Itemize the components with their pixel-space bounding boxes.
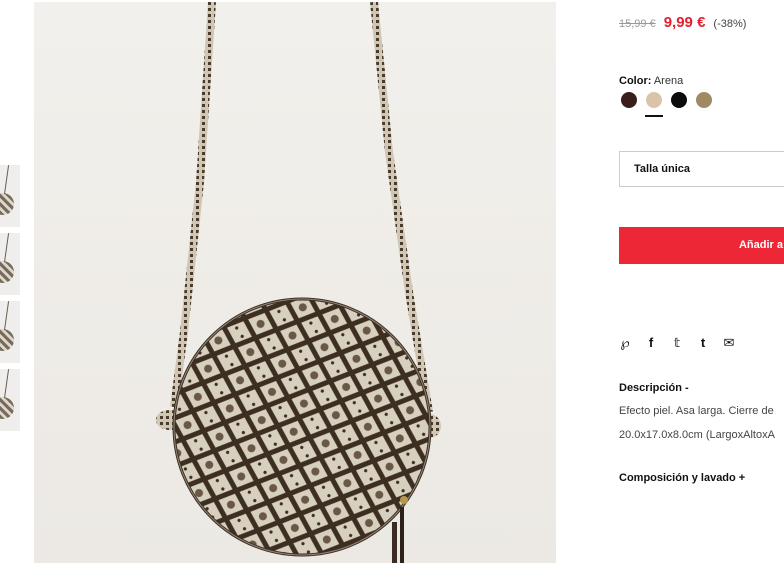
- description-dimensions: 20.0x17.0x8.0cm (LargoxAltoxA: [619, 429, 775, 441]
- color-label: Color: Arena: [619, 75, 683, 87]
- swatch-black[interactable]: [671, 92, 687, 108]
- description-title[interactable]: Descripción -: [619, 382, 689, 394]
- thumbnail-4[interactable]: [0, 369, 20, 431]
- color-swatches: [621, 92, 712, 117]
- tumblr-icon[interactable]: t: [697, 336, 709, 350]
- color-label-key: Color:: [619, 75, 652, 87]
- size-select[interactable]: Talla única: [619, 151, 784, 187]
- swatch-olive-tan[interactable]: [696, 92, 712, 108]
- twitter-icon[interactable]: 𝕥: [671, 336, 683, 350]
- main-product-image[interactable]: [34, 2, 556, 563]
- snakeskin-bag-illustration: [156, 2, 441, 563]
- add-to-cart-button[interactable]: Añadir a: [619, 227, 784, 264]
- description-text: Efecto piel. Asa larga. Cierre de: [619, 405, 774, 417]
- old-price: 15,99 €: [619, 18, 656, 30]
- color-label-value: Arena: [653, 75, 684, 87]
- composition-title[interactable]: Composición y lavado +: [619, 472, 745, 484]
- thumbnail-strip: [0, 165, 20, 437]
- thumbnail-1[interactable]: [0, 165, 20, 227]
- facebook-icon[interactable]: f: [645, 336, 657, 350]
- price-row: 15,99 € 9,99 € (-38%): [619, 14, 746, 31]
- swatch-arena[interactable]: [645, 92, 663, 117]
- swatch-dark-brown[interactable]: [621, 92, 637, 108]
- email-icon[interactable]: ✉: [723, 336, 735, 350]
- pinterest-icon[interactable]: ℘: [619, 336, 631, 350]
- discount-badge: (-38%): [713, 18, 747, 30]
- thumbnail-3[interactable]: [0, 301, 20, 363]
- sale-price: 9,99 €: [663, 14, 706, 31]
- share-icons: ℘ f 𝕥 t ✉: [619, 336, 735, 350]
- thumbnail-2[interactable]: [0, 233, 20, 295]
